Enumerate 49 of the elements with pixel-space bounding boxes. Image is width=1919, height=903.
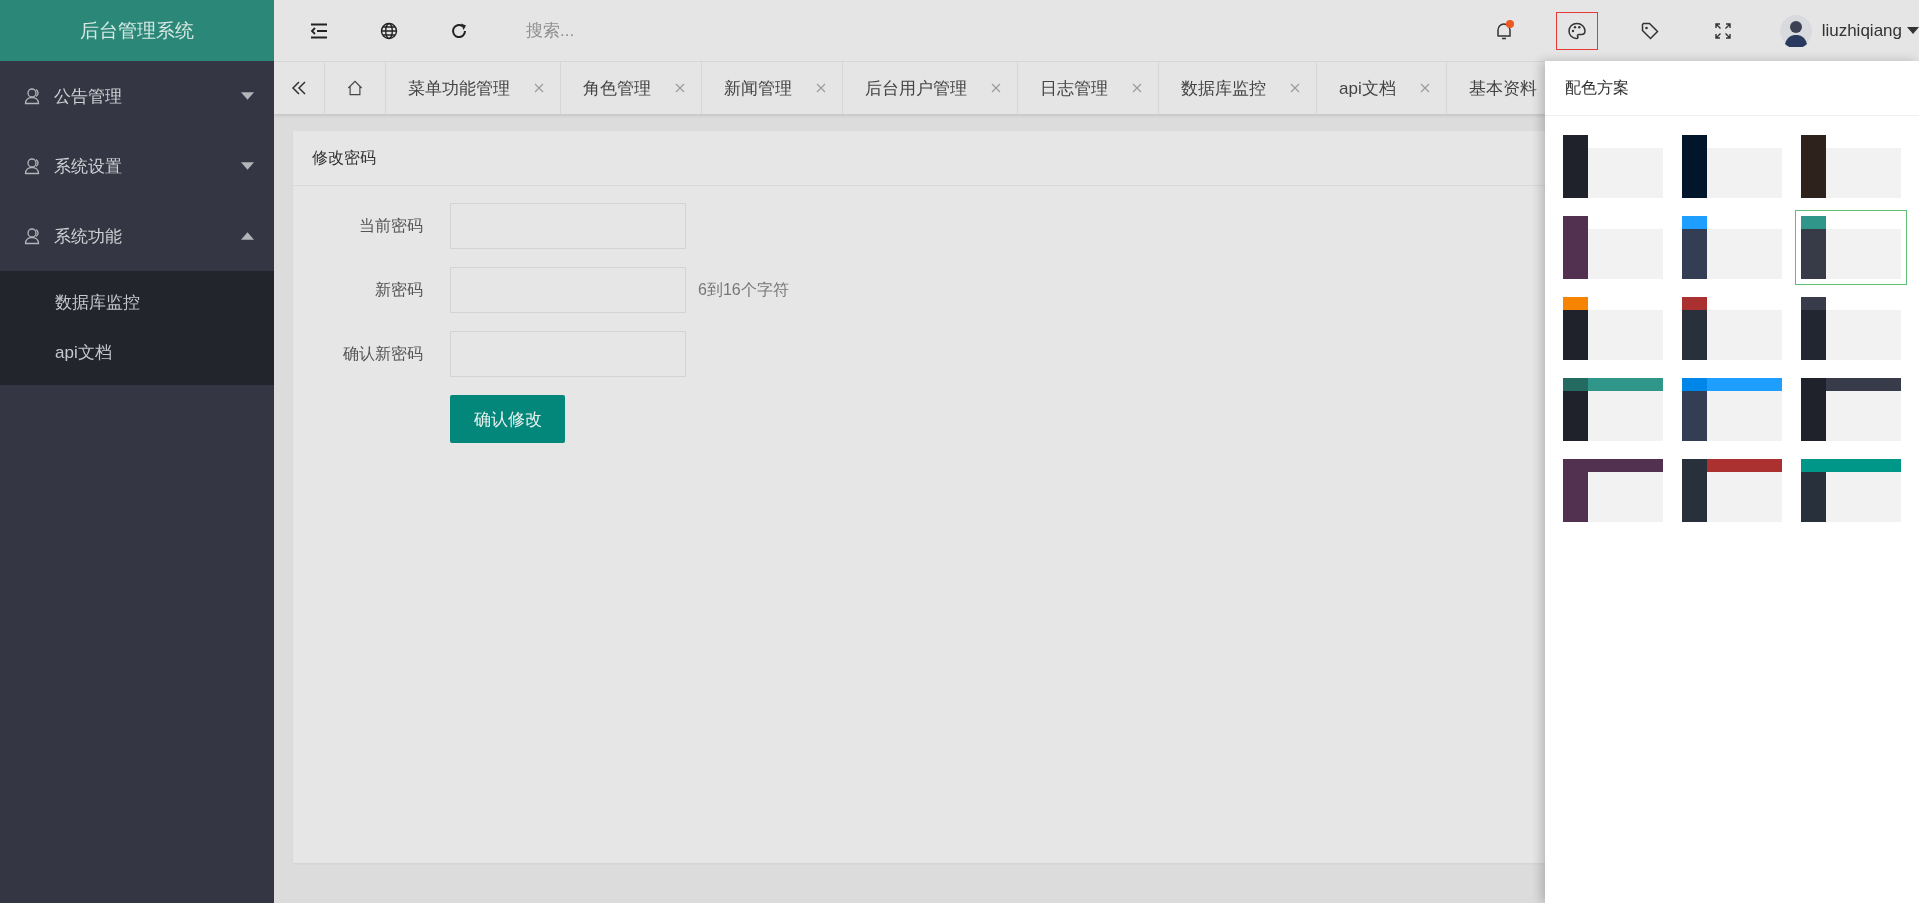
sidebar-item[interactable]: 公告管理 bbox=[0, 61, 274, 131]
color-scheme-option[interactable] bbox=[1795, 210, 1907, 285]
sidebar-label: 公告管理 bbox=[54, 85, 123, 108]
user-icon bbox=[24, 157, 42, 175]
app-title: 后台管理系统 bbox=[0, 0, 274, 61]
tab-label: 数据库监控 bbox=[1181, 77, 1266, 100]
tab-label: api文档 bbox=[1339, 77, 1396, 100]
home-icon bbox=[347, 80, 363, 96]
tab[interactable]: 角色管理 bbox=[561, 62, 702, 114]
sidebar-label: 系统设置 bbox=[54, 155, 123, 178]
field-label: 当前密码 bbox=[358, 215, 424, 236]
card-title: 修改密码 bbox=[293, 131, 1545, 186]
field-label: 新密码 bbox=[374, 279, 424, 300]
palette-icon bbox=[1566, 20, 1587, 41]
tab-label: 新闻管理 bbox=[724, 77, 792, 100]
sidebar-item[interactable]: 系统设置 bbox=[0, 131, 274, 201]
tab[interactable]: 日志管理 bbox=[1018, 62, 1159, 114]
submit-button[interactable]: 确认修改 bbox=[450, 395, 565, 443]
user-icon bbox=[24, 87, 42, 105]
field-hint: 6到16个字符 bbox=[698, 279, 789, 300]
tab[interactable]: 基本资料 bbox=[1446, 62, 1545, 114]
submenu-item[interactable]: api文档 bbox=[0, 328, 274, 378]
refresh-icon[interactable] bbox=[450, 21, 468, 40]
globe-icon[interactable] bbox=[380, 21, 398, 40]
toolbar-button[interactable] bbox=[1555, 11, 1598, 50]
caret-down-icon[interactable] bbox=[1907, 27, 1919, 34]
tab-label: 基本资料 bbox=[1468, 77, 1537, 100]
tab[interactable]: 数据库监控 bbox=[1159, 62, 1317, 114]
avatar[interactable] bbox=[1779, 14, 1812, 47]
sidebar-item[interactable]: 系统功能 bbox=[0, 201, 274, 271]
panel-title: 配色方案 bbox=[1545, 61, 1919, 116]
user-icon bbox=[24, 227, 42, 245]
search-field[interactable]: 搜索... bbox=[524, 19, 828, 42]
double-chevron-left-icon bbox=[291, 80, 307, 96]
submenu-item[interactable]: 数据库监控 bbox=[0, 278, 274, 328]
username[interactable]: liuzhiqiang bbox=[1821, 20, 1902, 41]
tab-label: 角色管理 bbox=[583, 77, 651, 100]
tab[interactable]: 新闻管理 bbox=[702, 62, 843, 114]
fullscreen-icon bbox=[1712, 20, 1733, 41]
tab[interactable]: api文档 bbox=[1317, 62, 1447, 114]
tab-label: 日志管理 bbox=[1040, 77, 1108, 100]
tag-icon bbox=[1639, 20, 1660, 41]
tab-label: 后台用户管理 bbox=[865, 77, 967, 100]
sidebar-label: 系统功能 bbox=[54, 225, 123, 248]
menu-fold-icon[interactable] bbox=[310, 21, 328, 40]
tab[interactable]: 菜单功能管理 bbox=[386, 62, 561, 114]
field-label: 确认新密码 bbox=[342, 343, 424, 364]
tab[interactable]: 后台用户管理 bbox=[843, 62, 1018, 114]
tab-label: 菜单功能管理 bbox=[408, 77, 510, 100]
